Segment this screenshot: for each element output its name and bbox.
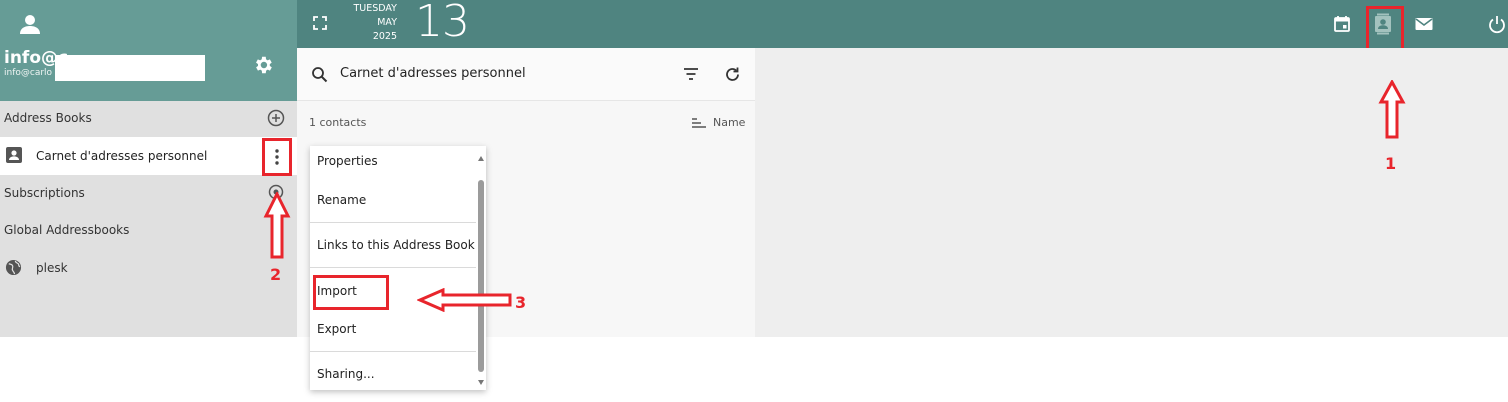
scroll-up-arrow[interactable] [478, 156, 484, 161]
annotation-number-1: 1 [1385, 154, 1397, 173]
contact-book-icon [5, 146, 23, 164]
menu-divider [310, 222, 476, 223]
sidebar: info@c info@carlo Address Books Carnet d… [0, 0, 297, 337]
global-addressbooks-heading: Global Addressbooks [4, 223, 130, 237]
menu-item-sharing[interactable]: Sharing... [317, 367, 375, 381]
globe-icon [5, 259, 22, 276]
mail-icon[interactable] [1414, 14, 1434, 34]
power-icon[interactable] [1487, 14, 1507, 34]
gear-icon[interactable] [252, 54, 274, 76]
annotation-arrow-up-2 [263, 192, 291, 259]
annotation-box-contacts [1366, 6, 1404, 52]
redaction-box [55, 55, 205, 81]
menu-item-export[interactable]: Export [317, 322, 356, 336]
annotation-arrow-left-3 [417, 288, 512, 312]
book-options-button[interactable] [262, 138, 292, 176]
sidebar-item-personal-book[interactable]: Carnet d'adresses personnel [0, 137, 297, 175]
annotation-arrow-up-1 [1378, 80, 1406, 139]
sidebar-header: info@c info@carlo [0, 0, 297, 101]
menu-item-rename[interactable]: Rename [317, 193, 366, 207]
add-address-book-icon[interactable] [267, 109, 285, 127]
contact-count: 1 contacts [309, 116, 367, 129]
sort-by-name[interactable]: Name [713, 116, 745, 129]
menu-scrollbar[interactable] [478, 180, 484, 372]
sort-icon[interactable] [692, 117, 706, 129]
address-book-menu: Properties Rename Links to this Address … [310, 146, 486, 390]
list-header: Carnet d'adresses personnel [297, 48, 755, 101]
search-icon[interactable] [311, 66, 328, 83]
menu-divider [310, 267, 476, 268]
sidebar-item-plesk[interactable]: plesk [36, 261, 68, 275]
menu-divider [310, 351, 476, 352]
calendar-icon[interactable] [1332, 14, 1352, 34]
annotation-number-3: 3 [515, 293, 527, 312]
weekday: TUESDAY [353, 3, 397, 14]
annotation-number-2: 2 [270, 265, 282, 284]
user-email: info@carlo [4, 68, 53, 78]
filter-icon[interactable] [683, 67, 699, 81]
address-books-heading: Address Books [4, 111, 92, 125]
menu-item-properties[interactable]: Properties [317, 154, 378, 168]
annotation-box-import [313, 275, 389, 310]
month: MAY [377, 17, 397, 28]
year: 2025 [372, 31, 397, 42]
app-window: info@c info@carlo Address Books Carnet d… [0, 0, 1508, 337]
sidebar-item-label: Carnet d'adresses personnel [36, 149, 208, 163]
subscriptions-heading: Subscriptions [4, 186, 85, 200]
more-vert-icon [275, 149, 279, 165]
day-number: 13 [415, 0, 470, 47]
date-text: TUESDAY MAY 2025 [341, 2, 397, 44]
scroll-down-arrow[interactable] [478, 380, 484, 385]
list-title: Carnet d'adresses personnel [340, 66, 526, 81]
fullscreen-icon[interactable] [312, 15, 328, 31]
menu-item-links[interactable]: Links to this Address Book [317, 238, 475, 252]
person-icon[interactable] [18, 12, 42, 36]
refresh-icon[interactable] [724, 66, 741, 83]
top-bar: TUESDAY MAY 2025 13 [297, 0, 1508, 48]
